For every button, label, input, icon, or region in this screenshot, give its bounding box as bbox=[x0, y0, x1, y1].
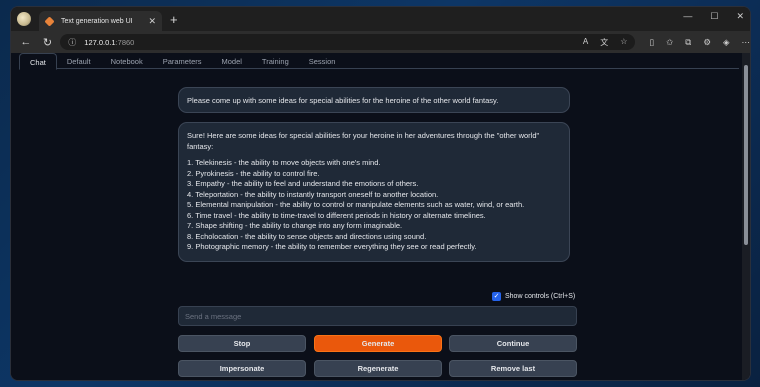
remove-last-button[interactable]: Remove last bbox=[449, 360, 577, 377]
vpn-icon[interactable]: ◈ bbox=[723, 37, 730, 48]
url-field[interactable]: ⓘ 127.0.0.1 :7860 A 文 ☆ bbox=[60, 34, 636, 50]
url-actions: A 文 ☆ bbox=[583, 37, 628, 48]
browser-window: Text generation web UI ✕ + — ☐ ✕ ← ↻ ⓘ 1… bbox=[11, 7, 750, 380]
split-screen-icon[interactable]: ▯ bbox=[649, 37, 654, 48]
back-icon[interactable]: ← bbox=[19, 36, 33, 48]
site-info-icon[interactable]: ⓘ bbox=[68, 37, 78, 48]
scrollbar-thumb[interactable] bbox=[744, 65, 748, 245]
new-tab-icon[interactable]: + bbox=[170, 12, 178, 27]
toolbar-icons: ▯ ✩ ⧉ ⚙ ◈ ⋯ bbox=[649, 37, 750, 48]
more-menu-icon[interactable]: ⋯ bbox=[742, 37, 751, 48]
impersonate-button[interactable]: Impersonate bbox=[178, 360, 306, 377]
bot-message-list: 1. Telekinesis - the ability to move obj… bbox=[187, 158, 561, 253]
tab-parameters[interactable]: Parameters bbox=[153, 53, 212, 69]
list-item: 7. Shape shifting - the ability to chang… bbox=[187, 221, 403, 230]
tab-close-icon[interactable]: ✕ bbox=[148, 16, 156, 27]
show-controls-toggle[interactable]: ✓ Show controls (Ctrl+S) bbox=[492, 292, 575, 301]
app-content: Chat Default Notebook Parameters Model Traini… bbox=[11, 53, 750, 380]
list-item: 2. Pyrokinesis - the ability to control … bbox=[187, 168, 320, 178]
tab-strip: Text generation web UI ✕ + — ☐ ✕ bbox=[11, 7, 750, 31]
favorite-star-icon[interactable]: ☆ bbox=[620, 37, 627, 48]
reload-icon[interactable]: ↻ bbox=[41, 36, 55, 49]
list-item: 3. Empathy - the ability to feel and und… bbox=[187, 179, 419, 188]
profile-avatar-icon[interactable] bbox=[17, 12, 31, 26]
continue-button[interactable]: Continue bbox=[449, 335, 577, 352]
translate-icon[interactable]: 文 bbox=[600, 37, 608, 48]
bot-message-intro: Sure! Here are some ideas for special ab… bbox=[187, 131, 540, 151]
list-item: 1. Telekinesis - the ability to move obj… bbox=[187, 158, 381, 167]
close-window-icon[interactable]: ✕ bbox=[736, 11, 744, 22]
tab-default[interactable]: Default bbox=[57, 53, 101, 69]
tab-model[interactable]: Model bbox=[211, 53, 251, 69]
show-controls-checkbox[interactable]: ✓ bbox=[492, 292, 501, 301]
tab-notebook[interactable]: Notebook bbox=[101, 53, 153, 69]
tab-session[interactable]: Session bbox=[299, 53, 346, 69]
list-item: 6. Time travel - the ability to time-tra… bbox=[187, 210, 486, 220]
list-item: 8. Echolocation - the ability to sense o… bbox=[187, 231, 427, 241]
stop-button[interactable]: Stop bbox=[178, 335, 306, 352]
browser-tab[interactable]: Text generation web UI ✕ bbox=[39, 11, 162, 31]
scrollbar[interactable] bbox=[742, 53, 750, 380]
tab-title: Text generation web UI bbox=[61, 17, 133, 25]
extensions-icon[interactable]: ⚙ bbox=[703, 37, 711, 48]
user-message-text: Please come up with some ideas for speci… bbox=[187, 96, 499, 105]
url-port: :7860 bbox=[115, 37, 135, 47]
regenerate-button[interactable]: Regenerate bbox=[314, 360, 442, 377]
maximize-icon[interactable]: ☐ bbox=[710, 11, 718, 22]
app-favicon-icon bbox=[44, 15, 55, 27]
list-item: 9. Photographic memory - the ability to … bbox=[187, 242, 477, 251]
favorites-icon[interactable]: ✩ bbox=[666, 37, 673, 48]
bot-message: Sure! Here are some ideas for special ab… bbox=[178, 122, 570, 262]
address-bar: ← ↻ ⓘ 127.0.0.1 :7860 A 文 ☆ ▯ ✩ ⧉ ⚙ ◈ ⋯ bbox=[11, 31, 750, 53]
show-controls-label: Show controls (Ctrl+S) bbox=[505, 293, 576, 300]
list-item: 4. Teleportation - the ability to instan… bbox=[187, 189, 439, 199]
app-tabs: Chat Default Notebook Parameters Model Traini… bbox=[19, 53, 739, 70]
minimize-icon[interactable]: — bbox=[683, 11, 692, 22]
tab-chat[interactable]: Chat bbox=[19, 53, 57, 70]
generate-button[interactable]: Generate bbox=[314, 335, 442, 352]
url-host: 127.0.0.1 bbox=[84, 37, 116, 47]
window-controls: — ☐ ✕ bbox=[683, 11, 744, 22]
read-aloud-icon[interactable]: A bbox=[583, 37, 588, 48]
user-message: Please come up with some ideas for speci… bbox=[178, 87, 570, 113]
collections-icon[interactable]: ⧉ bbox=[685, 37, 691, 48]
message-input[interactable]: Send a message bbox=[178, 306, 577, 326]
list-item: 5. Elemental manipulation - the ability … bbox=[187, 200, 525, 209]
tab-training[interactable]: Training bbox=[252, 53, 299, 69]
